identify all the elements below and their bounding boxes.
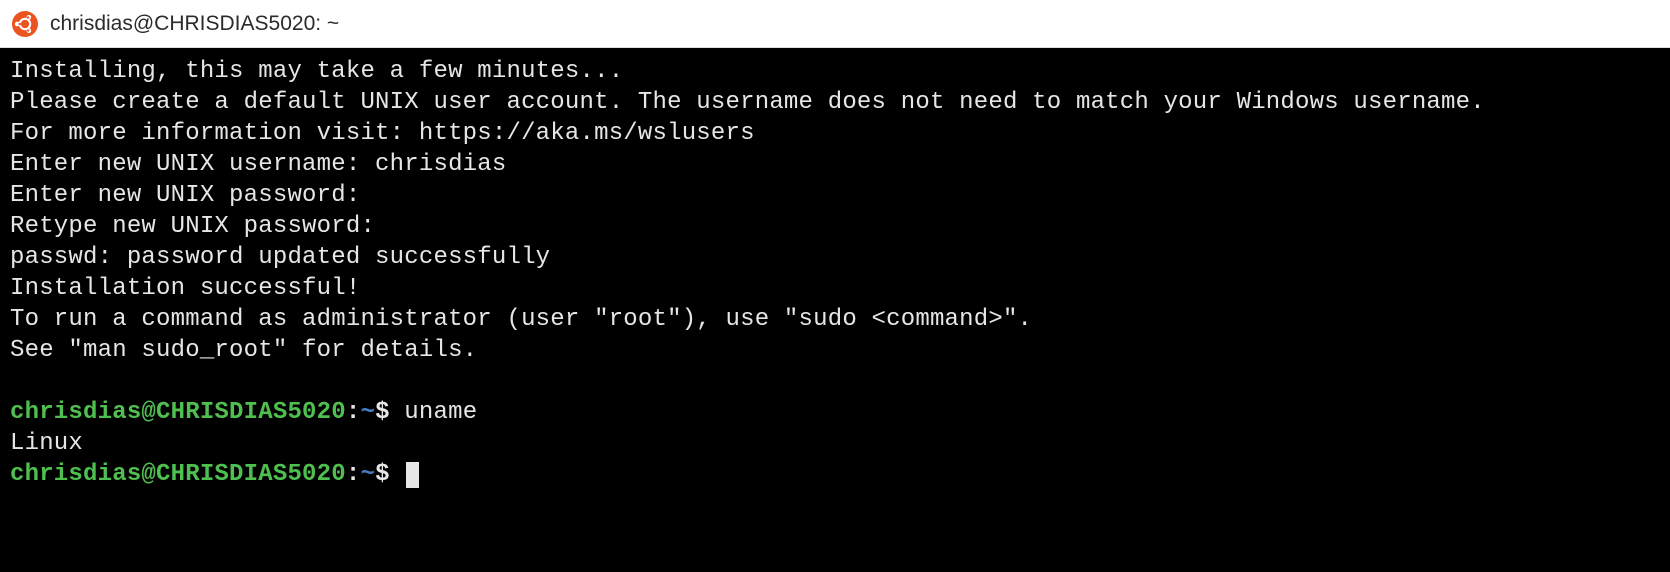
prompt-command: uname bbox=[390, 399, 478, 426]
terminal-line: Retype new UNIX password: bbox=[10, 213, 375, 240]
terminal-output: Linux bbox=[10, 430, 83, 457]
terminal-line: Enter new UNIX username: chrisdias bbox=[10, 151, 506, 178]
terminal-line: To run a command as administrator (user … bbox=[10, 306, 1032, 333]
prompt-path: ~ bbox=[360, 399, 375, 426]
prompt-user-host: chrisdias@CHRISDIAS5020 bbox=[10, 461, 346, 488]
prompt-dollar: $ bbox=[375, 399, 390, 426]
prompt-colon: : bbox=[346, 399, 361, 426]
ubuntu-icon bbox=[12, 11, 38, 37]
terminal-line: For more information visit: https://aka.… bbox=[10, 120, 755, 147]
terminal-area[interactable]: Installing, this may take a few minutes.… bbox=[0, 48, 1670, 572]
prompt-user-host: chrisdias@CHRISDIAS5020 bbox=[10, 399, 346, 426]
terminal-line: Installation successful! bbox=[10, 275, 360, 302]
cursor-icon bbox=[406, 462, 419, 488]
blank-line bbox=[10, 366, 1660, 397]
terminal-line: passwd: password updated successfully bbox=[10, 244, 550, 271]
prompt-command bbox=[390, 461, 405, 488]
terminal-line: Installing, this may take a few minutes.… bbox=[10, 58, 623, 85]
terminal-line: Please create a default UNIX user accoun… bbox=[10, 89, 1485, 116]
title-bar[interactable]: chrisdias@CHRISDIAS5020: ~ bbox=[0, 0, 1670, 48]
terminal-line: See "man sudo_root" for details. bbox=[10, 337, 477, 364]
window-title: chrisdias@CHRISDIAS5020: ~ bbox=[50, 12, 339, 36]
prompt-colon: : bbox=[346, 461, 361, 488]
terminal-line: Enter new UNIX password: bbox=[10, 182, 360, 209]
prompt-dollar: $ bbox=[375, 461, 390, 488]
prompt-path: ~ bbox=[360, 461, 375, 488]
